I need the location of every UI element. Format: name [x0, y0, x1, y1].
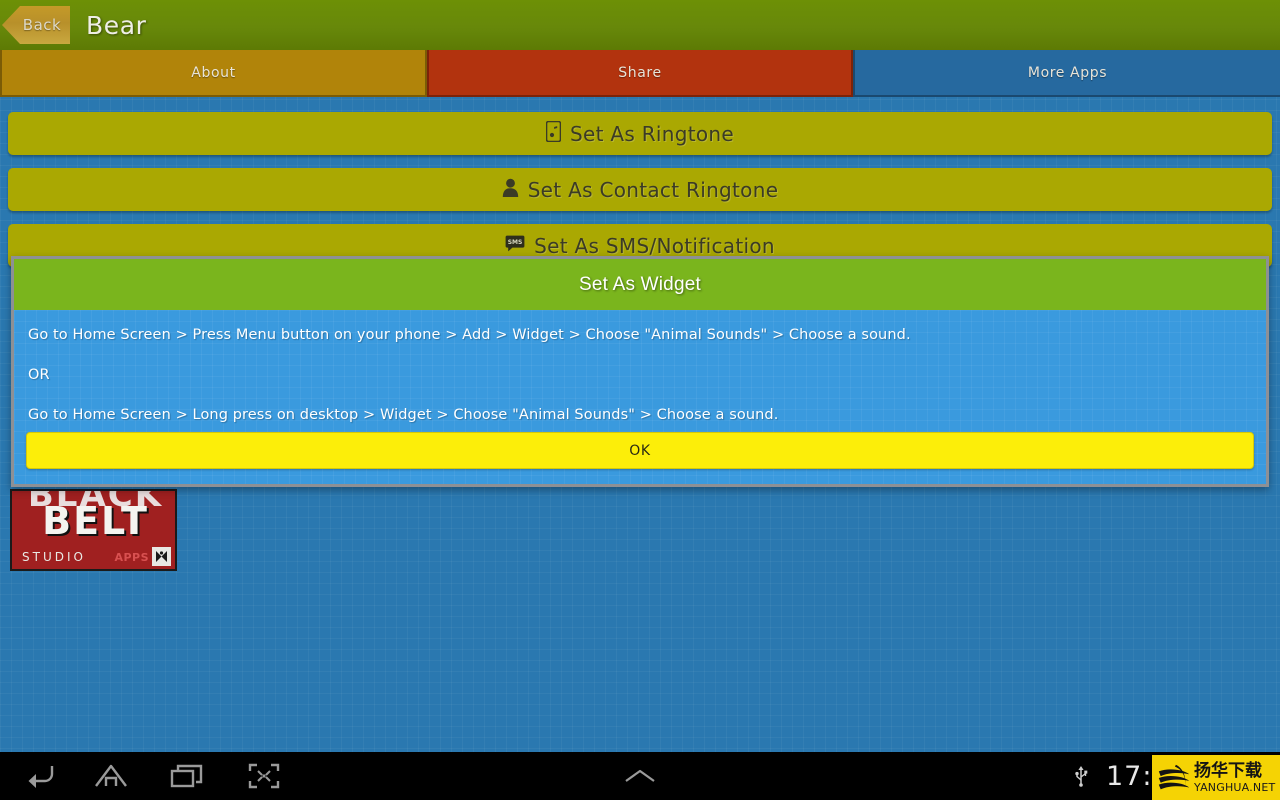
home-icon[interactable] — [80, 752, 142, 800]
set-as-contact-ringtone-button[interactable]: Set As Contact Ringtone — [8, 168, 1272, 211]
page-title: Bear — [86, 10, 147, 40]
dialog-body: Go to Home Screen > Press Menu button on… — [14, 310, 1266, 484]
watermark-text: 扬华下载 YANGHUA.NET — [1194, 760, 1276, 794]
dialog-instruction-line-1: Go to Home Screen > Press Menu button on… — [28, 327, 911, 343]
person-icon — [502, 178, 519, 201]
logo-mark-icon — [152, 547, 171, 566]
tab-more-apps[interactable]: More Apps — [853, 48, 1280, 97]
set-as-sms-notification-label: Set As SMS/Notification — [534, 233, 775, 258]
sms-bubble-icon: SMS — [505, 235, 525, 256]
tab-bar: About Share More Apps — [0, 48, 1280, 97]
belt-studio-apps-logo[interactable]: BLACK BELT STUDIO APPS — [10, 489, 177, 571]
app-screen: Back Bear About Share More Apps Set As R… — [0, 0, 1280, 800]
logo-main-word: BELT — [42, 499, 149, 543]
chevron-up-icon[interactable] — [609, 752, 671, 800]
back-button[interactable]: Back — [2, 6, 70, 44]
site-watermark: 扬华下载 YANGHUA.NET — [1152, 755, 1280, 800]
watermark-logo-icon — [1157, 761, 1191, 794]
usb-icon — [1074, 752, 1088, 800]
dialog-ok-button[interactable]: OK — [26, 432, 1254, 469]
logo-sub-word: STUDIO — [22, 550, 86, 564]
dialog-instruction-line-2: Go to Home Screen > Long press on deskto… — [28, 407, 779, 423]
android-navigation-bar: 17: 扬华下载 YANGHUA.NET — [0, 752, 1280, 800]
tab-more-apps-label: More Apps — [1027, 64, 1108, 81]
dialog-title: Set As Widget — [579, 273, 701, 295]
set-as-ringtone-button[interactable]: Set As Ringtone — [8, 112, 1272, 155]
watermark-cn-text: 扬华下载 — [1194, 760, 1262, 781]
set-as-widget-dialog: Set As Widget Go to Home Screen > Press … — [11, 256, 1269, 487]
logo-apps-word: APPS — [114, 551, 149, 564]
tab-about[interactable]: About — [0, 48, 427, 97]
tab-share[interactable]: Share — [427, 48, 853, 97]
set-as-ringtone-label: Set As Ringtone — [569, 121, 735, 146]
phone-music-icon — [545, 120, 562, 146]
svg-text:SMS: SMS — [508, 239, 523, 246]
dialog-instruction-or: OR — [28, 367, 50, 383]
screenshot-icon[interactable] — [233, 752, 295, 800]
back-button-label: Back — [22, 16, 62, 34]
dialog-ok-label: OK — [629, 442, 651, 459]
dialog-title-bar: Set As Widget — [14, 259, 1266, 310]
status-clock: 17: — [1106, 760, 1153, 792]
set-as-contact-ringtone-label: Set As Contact Ringtone — [527, 177, 779, 202]
recents-icon[interactable] — [156, 752, 218, 800]
tab-about-label: About — [191, 64, 236, 81]
tab-share-label: Share — [618, 64, 662, 81]
app-header: Back Bear — [0, 0, 1280, 50]
watermark-en-text: YANGHUA.NET — [1194, 780, 1276, 794]
back-icon[interactable] — [8, 752, 70, 800]
